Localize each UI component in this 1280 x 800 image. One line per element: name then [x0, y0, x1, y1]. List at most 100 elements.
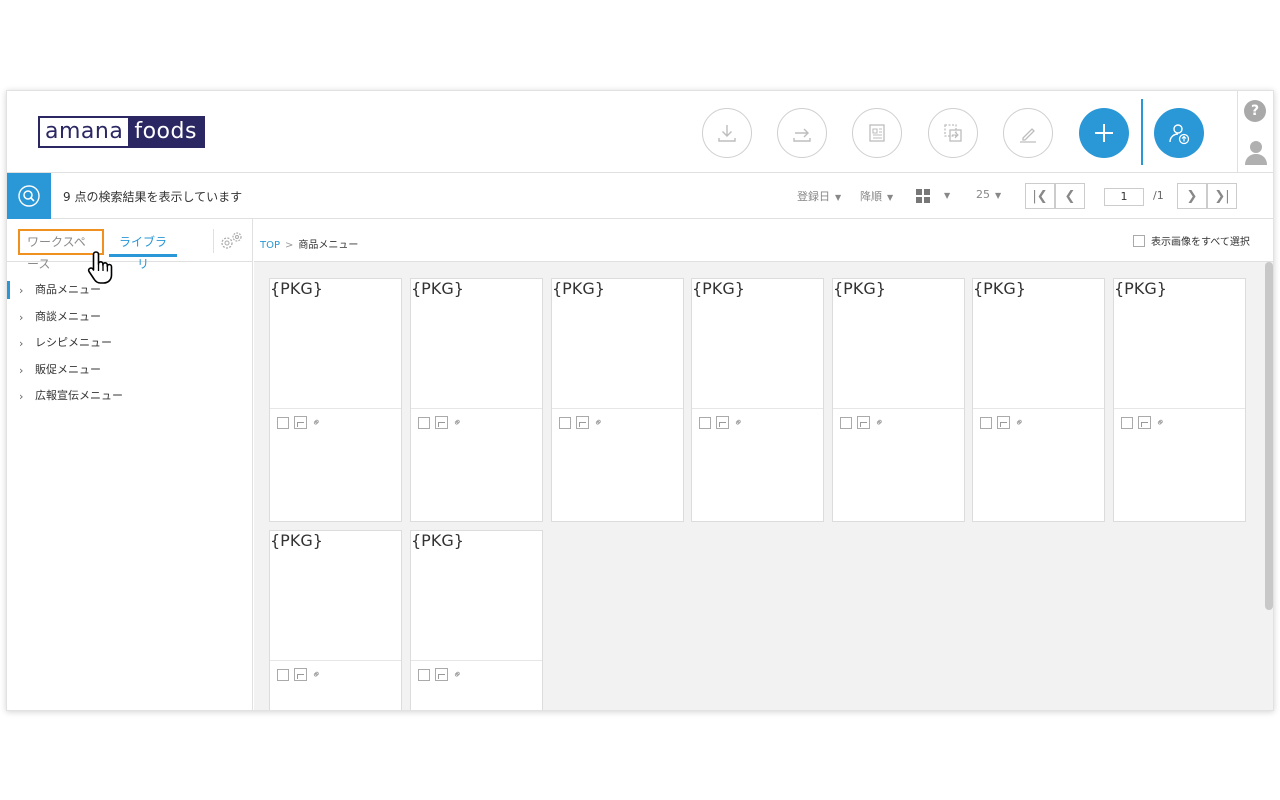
document-icon [869, 124, 885, 142]
asset-checkbox[interactable] [418, 668, 430, 681]
export-button[interactable] [777, 108, 827, 158]
select-all-checkbox[interactable] [1133, 234, 1145, 247]
asset-thumbnail[interactable]: {PKG} [411, 531, 542, 661]
asset-card[interactable]: {PKG} ⚭ [691, 278, 824, 522]
link-icon[interactable]: ⚭ [1153, 415, 1169, 431]
sidebar-item-recipes[interactable]: › レシピメニュー [7, 334, 253, 361]
image-icon[interactable] [294, 416, 307, 429]
sidebar-item-label: 商品メニュー [35, 283, 101, 296]
view-mode-caret[interactable]: ▼ [939, 188, 950, 201]
asset-thumbnail[interactable]: {PKG} [552, 279, 683, 409]
sort-field-select[interactable]: 登録日 ▼ [797, 188, 841, 204]
asset-card[interactable]: {PKG} ⚭ [410, 278, 543, 522]
asset-checkbox[interactable] [277, 668, 289, 681]
amana-foods-logo[interactable]: amana foods [38, 116, 205, 148]
chevron-down-icon: ▼ [835, 193, 842, 202]
search-toolbar: 9 点の検索結果を表示しています 登録日 ▼ 降順 ▼ ▼ 25 ▼ |❮ ❮ 1 /… [7, 173, 1273, 219]
asset-thumbnail[interactable]: {PKG} [973, 279, 1104, 409]
image-icon[interactable] [294, 668, 307, 681]
user-icon[interactable] [1244, 139, 1268, 165]
breadcrumb-top-link[interactable]: TOP [260, 240, 280, 251]
per-page-label: 25 [976, 188, 990, 201]
image-icon[interactable] [1138, 416, 1151, 429]
asset-thumbnail[interactable]: {PKG} [833, 279, 964, 409]
image-icon[interactable] [857, 416, 870, 429]
chevron-right-icon: › [19, 390, 24, 403]
chevron-down-icon: ▼ [944, 191, 951, 200]
asset-checkbox[interactable] [1121, 416, 1133, 429]
search-button[interactable] [7, 173, 51, 219]
select-all-control[interactable]: 表示画像をすべて選択 [1133, 233, 1250, 248]
chevron-right-icon: › [19, 284, 24, 297]
export-icon [793, 128, 811, 142]
asset-checkbox[interactable] [980, 416, 992, 429]
sidebar-item-promotion[interactable]: › 販促メニュー [7, 361, 253, 388]
link-icon[interactable]: ⚭ [309, 667, 325, 683]
asset-controls: ⚭ [840, 415, 887, 430]
breadcrumb-bar: TOP > 商品メニュー 表示画像をすべて選択 [254, 219, 1273, 262]
link-icon[interactable]: ⚭ [872, 415, 888, 431]
add-button[interactable] [1079, 108, 1129, 158]
asset-thumbnail[interactable]: {PKG} [411, 279, 542, 409]
duplicate-button[interactable] [928, 108, 978, 158]
asset-thumbnail[interactable]: {PKG} [270, 531, 401, 661]
sort-order-select[interactable]: 降順 ▼ [860, 188, 893, 204]
asset-checkbox[interactable] [418, 416, 430, 429]
asset-card[interactable]: {PKG} ⚭ [551, 278, 684, 522]
asset-card[interactable]: {PKG} ⚭ [832, 278, 965, 522]
download-button[interactable] [702, 108, 752, 158]
chevron-left-icon: ❮ [1064, 188, 1076, 204]
link-icon[interactable]: ⚭ [731, 415, 747, 431]
image-icon[interactable] [435, 668, 448, 681]
image-icon[interactable] [716, 416, 729, 429]
document-button[interactable] [852, 108, 902, 158]
asset-controls: ⚭ [980, 415, 1027, 430]
settings-button[interactable] [213, 229, 247, 253]
per-page-select[interactable]: 25 ▼ [976, 188, 1001, 201]
first-page-icon: |❮ [1032, 188, 1048, 204]
asset-card[interactable]: {PKG} ⚭ [269, 530, 402, 710]
grid-view-icon[interactable] [916, 189, 930, 203]
app-window: amana foods ? 9 点の検索結果を表示しています 登録日 ▼ 降順 … [6, 90, 1274, 711]
sidebar-item-products[interactable]: › 商品メニュー [7, 281, 253, 308]
sort-order-label: 降順 [860, 190, 882, 203]
asset-card[interactable]: {PKG} ⚭ [410, 530, 543, 710]
search-icon [18, 185, 40, 207]
asset-card[interactable]: {PKG} ⚭ [269, 278, 402, 522]
link-icon[interactable]: ⚭ [450, 415, 466, 431]
breadcrumb-separator: > [285, 240, 294, 251]
next-page-button[interactable]: ❯ [1177, 183, 1207, 209]
sidebar-item-pr[interactable]: › 広報宣伝メニュー [7, 387, 253, 414]
asset-thumbnail[interactable]: {PKG} [692, 279, 823, 409]
tab-library[interactable]: ライブラリ [109, 231, 177, 271]
plus-icon [1095, 124, 1113, 142]
page-number-input[interactable]: 1 [1104, 188, 1144, 206]
image-icon[interactable] [576, 416, 589, 429]
image-icon[interactable] [435, 416, 448, 429]
help-icon[interactable]: ? [1244, 100, 1266, 122]
asset-checkbox[interactable] [277, 416, 289, 429]
link-icon[interactable]: ⚭ [450, 667, 466, 683]
asset-card[interactable]: {PKG} ⚭ [972, 278, 1105, 522]
link-icon[interactable]: ⚭ [591, 415, 607, 431]
asset-controls: ⚭ [277, 415, 324, 430]
sidebar-item-negotiation[interactable]: › 商談メニュー [7, 308, 253, 335]
chevron-right-icon: › [19, 337, 24, 350]
user-upload-button[interactable] [1154, 108, 1204, 158]
first-page-button[interactable]: |❮ [1025, 183, 1055, 209]
edit-button[interactable] [1003, 108, 1053, 158]
asset-checkbox[interactable] [699, 416, 711, 429]
last-page-button[interactable]: ❯| [1207, 183, 1237, 209]
breadcrumb: TOP > 商品メニュー [260, 236, 358, 251]
chevron-down-icon: ▼ [887, 193, 894, 202]
prev-page-button[interactable]: ❮ [1055, 183, 1085, 209]
asset-thumbnail[interactable]: {PKG} [1114, 279, 1245, 409]
link-icon[interactable]: ⚭ [309, 415, 325, 431]
vertical-scrollbar[interactable] [1265, 262, 1273, 610]
asset-checkbox[interactable] [559, 416, 571, 429]
image-icon[interactable] [997, 416, 1010, 429]
asset-card[interactable]: {PKG} ⚭ [1113, 278, 1246, 522]
asset-checkbox[interactable] [840, 416, 852, 429]
asset-thumbnail[interactable]: {PKG} [270, 279, 401, 409]
link-icon[interactable]: ⚭ [1012, 415, 1028, 431]
